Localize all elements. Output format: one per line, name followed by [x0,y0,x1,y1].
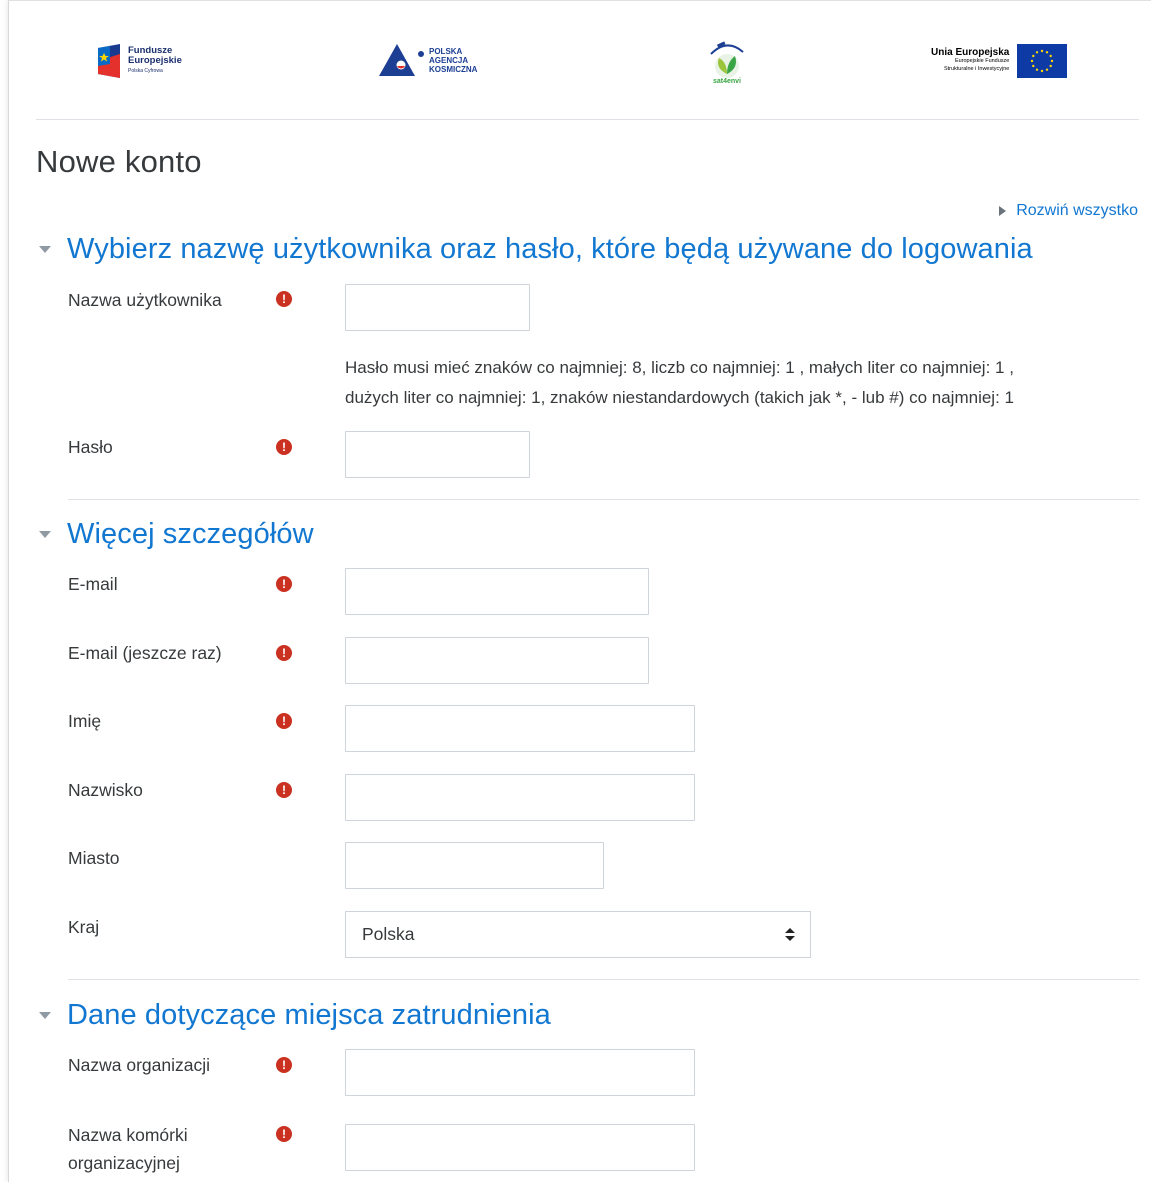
select-arrows-icon [785,928,795,942]
email-repeat-label: E-mail (jeszcze raz) [68,643,222,663]
organization-input[interactable] [345,1049,695,1096]
ue-line2: Europejskie Fundusze [954,58,1010,64]
pak-line3: KOSMICZNA [429,64,478,74]
section-employment-header[interactable]: Dane dotyczące miejsca zatrudnienia [36,999,551,1032]
country-label: Kraj [68,917,100,937]
password-label: Hasło [68,437,113,457]
required-icon: ! [276,1057,292,1073]
fundusze-europejskie-icon [98,44,120,78]
expand-all-link[interactable]: Rozwiń wszystko [999,202,1138,220]
ue-line3: Strukturalne i Inwestycyjne [943,66,1010,72]
pak-line2: AGENCJA [429,55,469,65]
pak-triangle-icon [379,44,424,76]
password-policy-hint: Hasło musi mieć znaków co najmniej: 8, l… [345,353,1125,413]
required-icon: ! [276,645,292,661]
required-icon: ! [276,713,292,729]
org-unit-label: Nazwa komórki organizacyjnej [68,1121,188,1177]
organization-label: Nazwa organizacji [68,1055,211,1075]
password-input[interactable] [345,431,530,478]
ue-line1: Unia Europejska [931,47,1010,58]
sat4envi-logo: sat4envi [705,40,749,85]
caret-down-icon [39,531,51,538]
pak-line1: POLSKA [429,46,463,56]
section-login-header[interactable]: Wybierz nazwę użytkownika oraz hasło, kt… [36,233,1033,266]
username-label: Nazwa użytkownika [68,290,222,310]
logos-bar: Fundusze Europejskie Polska Cyfrowa POLS… [36,0,1139,120]
section-login-title: Wybierz nazwę użytkownika oraz hasło, kt… [67,233,1033,265]
email-repeat-input[interactable] [345,637,649,684]
sat4envi-text: sat4envi [712,78,742,85]
org-unit-label-line1: Nazwa komórki [68,1125,188,1145]
required-icon: ! [276,1126,292,1142]
org-unit-label-line2: organizacyjnej [68,1153,180,1173]
section-details-title: Więcej szczegółów [67,518,314,550]
lastname-input[interactable] [345,774,695,821]
fundusze-europejskie-logo: Fundusze Europejskie Polska Cyfrowa [96,44,182,78]
sat4envi-icon [710,41,744,78]
required-icon: ! [276,782,292,798]
username-input[interactable] [345,284,530,331]
password-hint-line2: dużych liter co najmniej: 1, znaków nies… [345,388,1014,407]
firstname-label: Imię [68,711,102,731]
caret-down-icon [39,1012,51,1019]
unia-europejska-logo: Unia Europejska Europejskie Fundusze Str… [931,44,1068,78]
section-employment-title: Dane dotyczące miejsca zatrudnienia [67,999,551,1031]
city-label: Miasto [68,848,120,868]
required-icon: ! [276,291,292,307]
caret-right-icon [999,206,1007,216]
polska-agencja-kosmiczna-logo: POLSKA AGENCJA KOSMICZNA [379,44,477,76]
lastname-label: Nazwisko [68,780,143,800]
section-divider [68,979,1139,980]
password-hint-line1: Hasło musi mieć znaków co najmniej: 8, l… [345,358,1014,377]
section-details-header[interactable]: Więcej szczegółów [36,518,314,551]
city-input[interactable] [345,842,604,889]
page-title: Nowe konto [36,144,202,179]
required-icon: ! [276,439,292,455]
email-input[interactable] [345,568,649,615]
eu-flag-icon [1017,44,1068,78]
fe-line3: Polska Cyfrowa [128,68,163,74]
expand-all-label: Rozwiń wszystko [1016,202,1138,219]
required-icon: ! [276,576,292,592]
fe-line2: Europejskie [128,55,182,66]
caret-down-icon [39,246,51,253]
org-unit-input[interactable] [345,1124,695,1171]
country-select-value: Polska [362,924,415,944]
email-label: E-mail [68,574,118,594]
country-select[interactable]: Polska [345,911,811,958]
firstname-input[interactable] [345,705,695,752]
section-divider [68,499,1139,500]
